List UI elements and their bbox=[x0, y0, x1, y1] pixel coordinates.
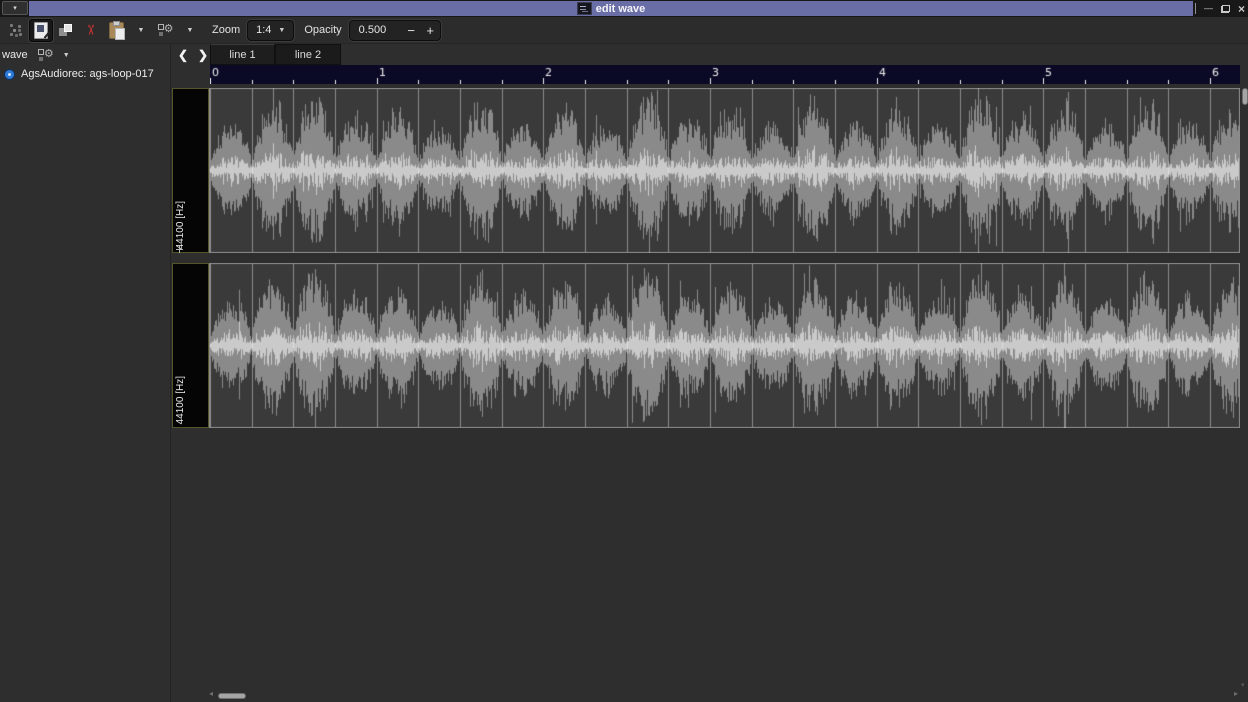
opacity-decrement-button[interactable]: − bbox=[402, 23, 421, 38]
window-menu-button[interactable]: ▾ bbox=[2, 1, 28, 15]
h-scrollbar-right-arrow[interactable]: ▸ bbox=[1234, 690, 1238, 698]
edit-wave-window: ▾ edit wave — × ✂ ▼ bbox=[0, 0, 1248, 702]
chevron-down-icon: ▼ bbox=[187, 27, 194, 34]
app-icon bbox=[577, 2, 592, 15]
toolbar: ✂ ▼ ⚙ ▼ Zoom 1:4 ▼ Opacity 0.500 − + bbox=[0, 17, 1248, 44]
maximize-button[interactable] bbox=[1221, 5, 1230, 13]
sidebar-item-label: AgsAudiorec: ags-loop-017 bbox=[21, 68, 154, 80]
window-title: edit wave bbox=[596, 3, 646, 15]
chevron-down-icon: ▼ bbox=[278, 27, 285, 34]
paste-clipboard-icon bbox=[109, 22, 124, 39]
v-scrollbar-down-arrow[interactable]: ▾ bbox=[1241, 681, 1245, 689]
titlebar-fill[interactable]: edit wave bbox=[29, 1, 1193, 16]
zoom-select[interactable]: 1:4 ▼ bbox=[247, 20, 294, 41]
waveform-canvas-0[interactable] bbox=[209, 88, 1240, 253]
paste-button[interactable] bbox=[104, 19, 128, 42]
tab-label: line 2 bbox=[295, 49, 321, 61]
titlebar-separator bbox=[1195, 3, 1196, 14]
position-tool-button[interactable] bbox=[4, 19, 28, 42]
machine-gear-icon: ⚙ bbox=[157, 23, 174, 37]
titlebar: ▾ edit wave — × bbox=[0, 0, 1248, 17]
edit-tool-button[interactable] bbox=[29, 19, 53, 42]
h-scrollbar-thumb[interactable] bbox=[218, 693, 246, 699]
radio-selected-icon[interactable] bbox=[4, 69, 15, 80]
tool-dropdown-button[interactable]: ▼ bbox=[182, 19, 198, 42]
opacity-spinbox: 0.500 − + bbox=[349, 20, 441, 41]
tab-back-button[interactable]: ❮ bbox=[174, 46, 192, 64]
waveform-canvas-1[interactable] bbox=[209, 263, 1240, 428]
zoom-label: Zoom bbox=[212, 24, 240, 36]
move-cursor-icon bbox=[176, 246, 183, 253]
chevron-down-icon[interactable]: ▼ bbox=[63, 52, 70, 59]
opacity-label: Opacity bbox=[304, 24, 341, 36]
wave-label: wave bbox=[2, 49, 28, 61]
chevron-down-icon: ▾ bbox=[13, 4, 17, 12]
minimize-button[interactable]: — bbox=[1204, 4, 1213, 13]
cut-button[interactable]: ✂ bbox=[79, 19, 103, 42]
scissors-icon: ✂ bbox=[84, 24, 98, 36]
zoom-value: 1:4 bbox=[256, 24, 271, 36]
tab-label: line 1 bbox=[229, 49, 255, 61]
copy-button[interactable] bbox=[54, 19, 78, 42]
paste-dropdown-button[interactable]: ▼ bbox=[133, 19, 149, 42]
tool-menu-button[interactable]: ⚙ bbox=[153, 19, 177, 42]
channel-0-header: 44100 [Hz] bbox=[172, 88, 209, 253]
edit-pencil-icon bbox=[34, 22, 48, 39]
channel-0-rate-label: 44100 [Hz] bbox=[175, 201, 186, 249]
timeline-ruler bbox=[210, 65, 1240, 84]
opacity-value[interactable]: 0.500 bbox=[350, 24, 402, 36]
channel-1-header: 44100 [Hz] bbox=[172, 263, 209, 428]
opacity-increment-button[interactable]: + bbox=[421, 23, 440, 38]
close-button[interactable]: × bbox=[1238, 3, 1245, 15]
v-scrollbar-thumb[interactable] bbox=[1242, 88, 1248, 105]
sidebar-divider bbox=[170, 44, 171, 702]
channel-1-rate-label: 44100 [Hz] bbox=[175, 376, 186, 424]
chevron-down-icon: ▼ bbox=[138, 27, 145, 34]
tab-line-1[interactable]: line 1 bbox=[210, 44, 275, 65]
copy-icon bbox=[58, 23, 74, 38]
sidebar-item-audiorec[interactable]: AgsAudiorec: ags-loop-017 bbox=[4, 67, 154, 81]
tab-line-2[interactable]: line 2 bbox=[275, 44, 341, 65]
position-icon bbox=[8, 23, 24, 38]
machine-gear-icon[interactable]: ⚙ bbox=[37, 48, 54, 62]
h-scrollbar-left-arrow[interactable]: ◂ bbox=[209, 690, 213, 698]
wave-selector: wave ⚙ ▼ bbox=[2, 46, 70, 64]
window-controls: — × bbox=[1195, 0, 1245, 17]
